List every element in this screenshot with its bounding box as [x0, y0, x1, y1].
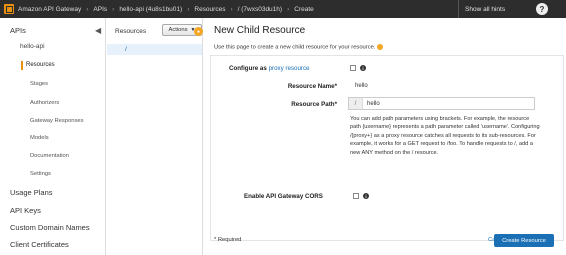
intro-text: Use this page to create a new child reso…	[214, 44, 384, 51]
enable-cors-label: Enable API Gateway CORS	[244, 193, 323, 200]
hint-bulb-icon[interactable]: ●	[194, 27, 203, 36]
resource-path-field[interactable]: / hello	[348, 97, 535, 110]
path-help-text: You can add path parameters using bracke…	[350, 116, 540, 156]
breadcrumb: Amazon API Gateway › APIs › hello-api (4…	[18, 5, 314, 13]
show-all-hints-link[interactable]: Show all hints	[458, 0, 505, 18]
resources-heading: Resources	[115, 28, 147, 35]
nav-item-authorizers[interactable]: Authorizers	[30, 100, 59, 106]
nav-item-custom-domain-names[interactable]: Custom Domain Names	[10, 223, 90, 232]
active-indicator	[21, 61, 23, 70]
proxy-resource-checkbox[interactable]	[350, 65, 356, 71]
configure-proxy-label: Configure as proxy resource	[229, 65, 310, 72]
left-nav: APIs ◀ hello-api Resources Stages Author…	[0, 18, 106, 255]
nav-api-name[interactable]: hello-api	[20, 43, 45, 50]
tree-node-root[interactable]: /	[107, 44, 202, 55]
nav-item-client-certificates[interactable]: Client Certificates	[10, 240, 69, 249]
page-title: New Child Resource	[214, 25, 306, 36]
nav-item-usage-plans[interactable]: Usage Plans	[10, 188, 53, 197]
resource-tree-panel: Resources Actions ▼ /	[107, 18, 203, 255]
info-icon[interactable]: i	[363, 193, 369, 199]
nav-apis[interactable]: APIs	[10, 26, 26, 35]
breadcrumb-apis[interactable]: APIs	[93, 6, 107, 13]
nav-item-documentation[interactable]: Documentation	[30, 153, 69, 159]
breadcrumb-api[interactable]: hello-api (4u8s1bu01)	[119, 6, 182, 13]
nav-item-stages[interactable]: Stages	[30, 81, 48, 87]
resource-path-label: Resource Path*	[291, 101, 337, 108]
collapse-icon[interactable]: ◀	[95, 26, 101, 35]
create-resource-button[interactable]: Create Resource	[494, 234, 554, 247]
resource-path-input[interactable]: hello	[367, 101, 380, 107]
top-bar: Amazon API Gateway › APIs › hello-api (4…	[0, 0, 566, 18]
resource-name-input[interactable]: hello	[355, 83, 368, 89]
nav-item-models[interactable]: Models	[30, 135, 49, 141]
actions-label: Actions	[168, 27, 188, 33]
nav-item-settings[interactable]: Settings	[30, 171, 51, 177]
info-icon[interactable]: i	[360, 65, 366, 71]
aws-cube-icon[interactable]	[4, 4, 14, 14]
hint-icon[interactable]	[377, 44, 384, 50]
main-content: New Child Resource Use this page to crea…	[204, 18, 566, 255]
breadcrumb-root-resource[interactable]: / (7wxs03du1h)	[238, 6, 282, 13]
breadcrumb-create: Create	[294, 5, 314, 13]
enable-cors-checkbox[interactable]	[353, 193, 359, 199]
proxy-resource-link[interactable]: proxy resource	[269, 65, 310, 72]
help-icon[interactable]: ?	[536, 3, 548, 15]
nav-item-gateway-responses[interactable]: Gateway Responses	[30, 118, 84, 124]
path-prefix: /	[349, 98, 363, 109]
nav-item-api-keys[interactable]: API Keys	[10, 206, 41, 215]
breadcrumb-resources[interactable]: Resources	[194, 6, 225, 13]
required-note: * Required	[214, 237, 242, 243]
nav-item-resources[interactable]: Resources	[26, 62, 55, 68]
breadcrumb-service[interactable]: Amazon API Gateway	[18, 6, 81, 13]
resource-name-label: Resource Name*	[287, 83, 337, 90]
